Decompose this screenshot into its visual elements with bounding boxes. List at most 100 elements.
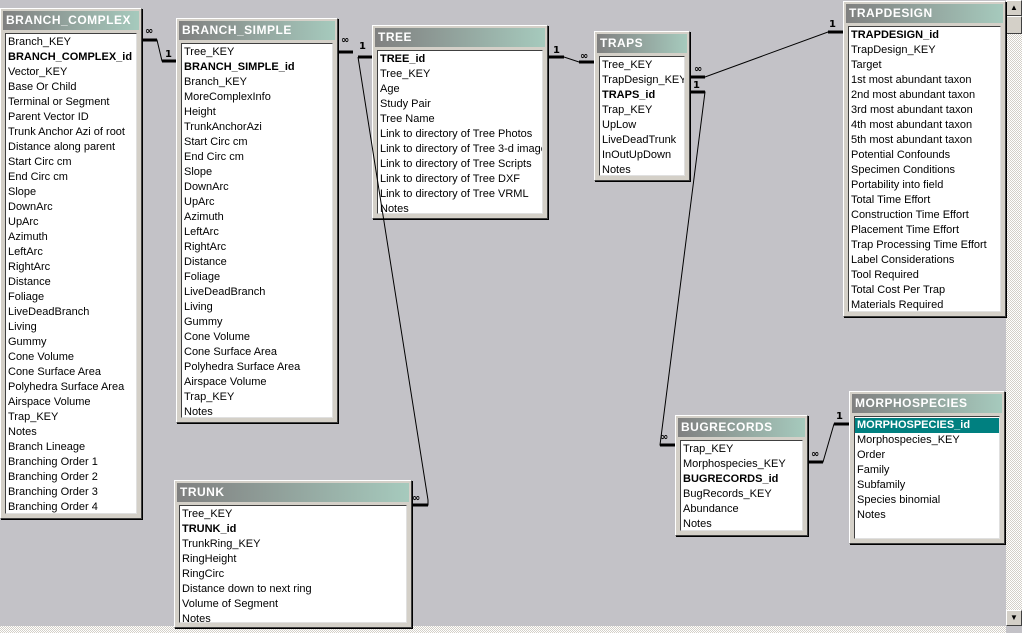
field-item[interactable]: MoreComplexInfo bbox=[182, 90, 332, 105]
field-item[interactable]: Potential Confounds bbox=[849, 148, 1000, 163]
field-item[interactable]: Age bbox=[378, 82, 542, 97]
field-item[interactable]: RightArc bbox=[182, 240, 332, 255]
field-item[interactable]: Polyhedra Surface Area bbox=[6, 380, 136, 395]
field-item[interactable]: Cone Surface Area bbox=[182, 345, 332, 360]
field-list[interactable]: Tree_KEY BRANCH_SIMPLE_id Branch_KEY MoreCo… bbox=[181, 43, 333, 418]
table-title[interactable]: TRAPS bbox=[597, 34, 687, 53]
field-item[interactable]: Terminal or Segment bbox=[6, 95, 136, 110]
field-item[interactable]: DownArc bbox=[6, 200, 136, 215]
field-item[interactable]: Airspace Volume bbox=[182, 375, 332, 390]
field-item[interactable]: 1st most abundant taxon bbox=[849, 73, 1000, 88]
field-item[interactable]: Portability into field bbox=[849, 178, 1000, 193]
field-item[interactable]: Branch_KEY bbox=[182, 75, 332, 90]
field-item[interactable]: 2nd most abundant taxon bbox=[849, 88, 1000, 103]
field-item[interactable]: Tree_KEY bbox=[600, 58, 684, 73]
field-item[interactable]: Link to directory of Tree Scripts bbox=[378, 157, 542, 172]
field-item[interactable]: Notes bbox=[600, 163, 684, 175]
field-item[interactable]: Family bbox=[855, 463, 999, 478]
field-item[interactable]: LiveDeadTrunk bbox=[600, 133, 684, 148]
field-item[interactable]: Notes bbox=[855, 508, 999, 523]
field-item[interactable]: Trap_KEY bbox=[182, 390, 332, 405]
field-list[interactable]: MORPHOSPECIES_id Morphospecies_KEY Order Fa… bbox=[854, 416, 1000, 539]
field-item[interactable]: Link to directory of Tree DXF bbox=[378, 172, 542, 187]
field-item[interactable]: Polyhedra Surface Area bbox=[182, 360, 332, 375]
field-item[interactable]: Start Circ cm bbox=[6, 155, 136, 170]
scroll-thumb[interactable] bbox=[1006, 16, 1022, 34]
field-item[interactable]: Placement Time Effort bbox=[849, 223, 1000, 238]
field-item[interactable]: RightArc bbox=[6, 260, 136, 275]
field-item[interactable]: Branching Order 3 bbox=[6, 485, 136, 500]
field-item[interactable]: Distance bbox=[6, 275, 136, 290]
field-item[interactable]: Trap_KEY bbox=[681, 442, 802, 457]
field-item[interactable]: Foliage bbox=[182, 270, 332, 285]
table-trapdesign[interactable]: TRAPDESIGN TRAPDESIGN_id TrapDesign_KEY Tar… bbox=[843, 1, 1006, 317]
primary-key-field[interactable]: TREE_id bbox=[378, 52, 542, 67]
field-item[interactable]: Notes bbox=[6, 425, 136, 440]
horizontal-scrollbar[interactable] bbox=[0, 626, 1006, 633]
field-item[interactable]: LeftArc bbox=[6, 245, 136, 260]
field-item[interactable]: Branching Order 2 bbox=[6, 470, 136, 485]
field-item[interactable]: TrunkAnchorAzi bbox=[182, 120, 332, 135]
arrow-down-icon[interactable]: ▼ bbox=[1006, 610, 1022, 626]
field-item[interactable]: TrunkRing_KEY bbox=[180, 537, 406, 552]
table-bugrecords[interactable]: BUGRECORDS Trap_KEY Morphospecies_KEY BUGRE… bbox=[675, 415, 808, 536]
vertical-scrollbar[interactable]: ▲ ▼ bbox=[1006, 0, 1022, 626]
primary-key-field[interactable]: TRAPS_id bbox=[600, 88, 684, 103]
field-item[interactable]: Living bbox=[182, 300, 332, 315]
table-title[interactable]: BUGRECORDS bbox=[678, 418, 805, 437]
field-item[interactable]: Trap_KEY bbox=[600, 103, 684, 118]
table-tree[interactable]: TREE TREE_id Tree_KEY Age Study Pair Tree Nam… bbox=[372, 25, 548, 219]
field-item[interactable]: RingCirc bbox=[180, 567, 406, 582]
field-list[interactable]: Trap_KEY Morphospecies_KEY BUGRECORDS_id Bu… bbox=[680, 440, 803, 531]
field-list[interactable]: TRAPDESIGN_id TrapDesign_KEY Target 1st mos… bbox=[848, 26, 1001, 312]
field-item[interactable]: Branch Lineage bbox=[6, 440, 136, 455]
field-list[interactable]: Tree_KEY TrapDesign_KEY TRAPS_id Trap_KEY Up… bbox=[599, 56, 685, 176]
field-item[interactable]: RingHeight bbox=[180, 552, 406, 567]
field-item[interactable]: End Circ cm bbox=[182, 150, 332, 165]
field-item[interactable]: Azimuth bbox=[182, 210, 332, 225]
field-item[interactable]: BugRecords_KEY bbox=[681, 487, 802, 502]
field-item[interactable]: Study Pair bbox=[378, 97, 542, 112]
primary-key-field[interactable]: BUGRECORDS_id bbox=[681, 472, 802, 487]
field-item[interactable]: UpLow bbox=[600, 118, 684, 133]
field-item[interactable]: Trap Processing Time Effort bbox=[849, 238, 1000, 253]
field-item[interactable]: Branch_KEY bbox=[6, 35, 136, 50]
field-item[interactable]: Tool Required bbox=[849, 268, 1000, 283]
table-branch-complex[interactable]: BRANCH_COMPLEX Branch_KEY BRANCH_COMPLEX_i… bbox=[0, 8, 142, 519]
field-list[interactable]: Branch_KEY BRANCH_COMPLEX_id Vector_KEY Bas… bbox=[5, 33, 137, 514]
field-item[interactable]: InOutUpDown bbox=[600, 148, 684, 163]
field-item[interactable]: 3rd most abundant taxon bbox=[849, 103, 1000, 118]
field-item[interactable]: Distance bbox=[182, 255, 332, 270]
field-item[interactable]: UpArc bbox=[6, 215, 136, 230]
field-item[interactable]: 5th most abundant taxon bbox=[849, 133, 1000, 148]
field-item[interactable]: Link to directory of Tree 3-d image bbox=[378, 142, 542, 157]
field-item[interactable]: Notes bbox=[180, 612, 406, 622]
field-item[interactable]: Notes bbox=[681, 517, 802, 530]
field-item[interactable]: Azimuth bbox=[6, 230, 136, 245]
field-item[interactable]: Link to directory of Tree Photos bbox=[378, 127, 542, 142]
field-item[interactable]: Trunk Anchor Azi of root bbox=[6, 125, 136, 140]
field-item[interactable]: TrapDesign_KEY bbox=[600, 73, 684, 88]
field-list[interactable]: TREE_id Tree_KEY Age Study Pair Tree Name Lin… bbox=[377, 50, 543, 214]
field-item[interactable]: LeftArc bbox=[182, 225, 332, 240]
field-item[interactable]: UpArc bbox=[182, 195, 332, 210]
field-item[interactable]: Volume of Segment bbox=[180, 597, 406, 612]
table-title[interactable]: TRUNK bbox=[177, 483, 409, 502]
field-item[interactable]: Morphospecies_KEY bbox=[855, 433, 999, 448]
table-title[interactable]: BRANCH_SIMPLE bbox=[179, 21, 335, 40]
field-item[interactable]: Tree_KEY bbox=[180, 507, 406, 522]
table-trunk[interactable]: TRUNK Tree_KEY TRUNK_id TrunkRing_KEY RingHe… bbox=[174, 480, 412, 628]
field-item[interactable]: Distance along parent bbox=[6, 140, 136, 155]
field-item[interactable]: Order bbox=[855, 448, 999, 463]
primary-key-field[interactable]: TRAPDESIGN_id bbox=[849, 28, 1000, 43]
field-item[interactable]: Total Time Effort bbox=[849, 193, 1000, 208]
field-item[interactable]: Label Considerations bbox=[849, 253, 1000, 268]
field-item[interactable]: Base Or Child bbox=[6, 80, 136, 95]
field-item[interactable]: Height bbox=[182, 105, 332, 120]
table-title[interactable]: BRANCH_COMPLEX bbox=[3, 11, 139, 30]
field-item[interactable]: Distance down to next ring bbox=[180, 582, 406, 597]
field-item[interactable]: Tree_KEY bbox=[182, 45, 332, 60]
field-item[interactable]: Trap_KEY bbox=[6, 410, 136, 425]
table-traps[interactable]: TRAPS Tree_KEY TrapDesign_KEY TRAPS_id Trap_… bbox=[594, 31, 690, 181]
field-item[interactable]: Tree_KEY bbox=[378, 67, 542, 82]
